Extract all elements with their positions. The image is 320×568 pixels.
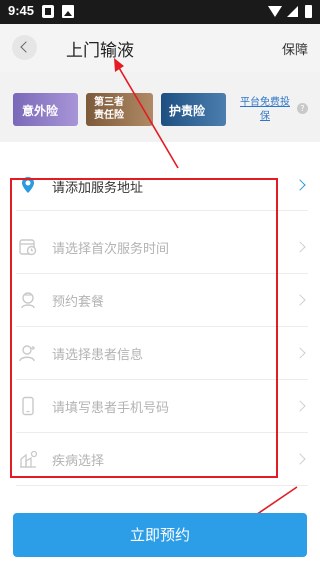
third-party-insurance-label: 第三者 责任险: [94, 97, 124, 121]
notification-icon: [42, 5, 54, 18]
disease-icon: [20, 450, 38, 468]
accident-insurance-badge[interactable]: 意外险: [13, 93, 78, 126]
back-button[interactable]: [12, 35, 37, 60]
patient-phone-label: 请填写患者手机号码: [52, 401, 170, 416]
page-title: 上门输液: [66, 41, 134, 61]
patient-phone-row[interactable]: 请填写患者手机号码: [0, 380, 320, 433]
question-icon[interactable]: ?: [297, 103, 308, 114]
service-time-row[interactable]: 请选择首次服务时间: [0, 221, 320, 274]
third-party-insurance-badge[interactable]: 第三者 责任险: [86, 93, 153, 126]
package-label: 预约套餐: [52, 295, 105, 310]
chevron-right-icon: [294, 347, 306, 359]
nurse-liability-insurance-badge[interactable]: 护责险: [161, 93, 226, 126]
guarantee-button[interactable]: 保障: [282, 39, 308, 58]
calendar-clock-icon: [19, 239, 37, 256]
chevron-right-icon: [294, 453, 306, 465]
patient-icon: [19, 345, 35, 362]
status-bar: 9:45: [0, 0, 320, 24]
patient-info-row[interactable]: 请选择患者信息: [0, 327, 320, 380]
package-row[interactable]: 预约套餐: [0, 274, 320, 327]
battery-icon: [305, 5, 312, 18]
location-pin-icon: [22, 177, 34, 193]
insurance-strip: 意外险 第三者 责任险 护责险 平台免费投保 ?: [0, 72, 320, 142]
book-now-button[interactable]: 立即预约: [13, 513, 307, 557]
service-address-label: 请添加服务地址: [52, 181, 144, 196]
service-time-label: 请选择首次服务时间: [52, 242, 170, 257]
phone-icon: [22, 396, 34, 416]
image-icon: [62, 5, 74, 18]
divider: [16, 485, 308, 486]
disease-label: 疾病选择: [52, 454, 105, 469]
wifi-icon: [268, 6, 282, 17]
disease-row[interactable]: 疾病选择: [0, 433, 320, 486]
status-time: 9:45: [8, 3, 35, 18]
divider: [16, 210, 308, 211]
nurse-icon: [21, 292, 35, 309]
free-insurance-link[interactable]: 平台免费投保: [236, 96, 294, 124]
signal-icon: [287, 6, 298, 17]
chevron-right-icon: [294, 294, 306, 306]
patient-info-label: 请选择患者信息: [52, 348, 144, 363]
service-address-row[interactable]: 请添加服务地址: [0, 158, 320, 211]
nurse-liability-insurance-label: 护责险: [169, 104, 206, 118]
chevron-right-icon: [294, 241, 306, 253]
header: 上门输液 保障: [0, 24, 320, 72]
accident-insurance-label: 意外险: [22, 104, 59, 118]
chevron-right-icon: [294, 400, 306, 412]
chevron-right-icon: [294, 179, 306, 191]
